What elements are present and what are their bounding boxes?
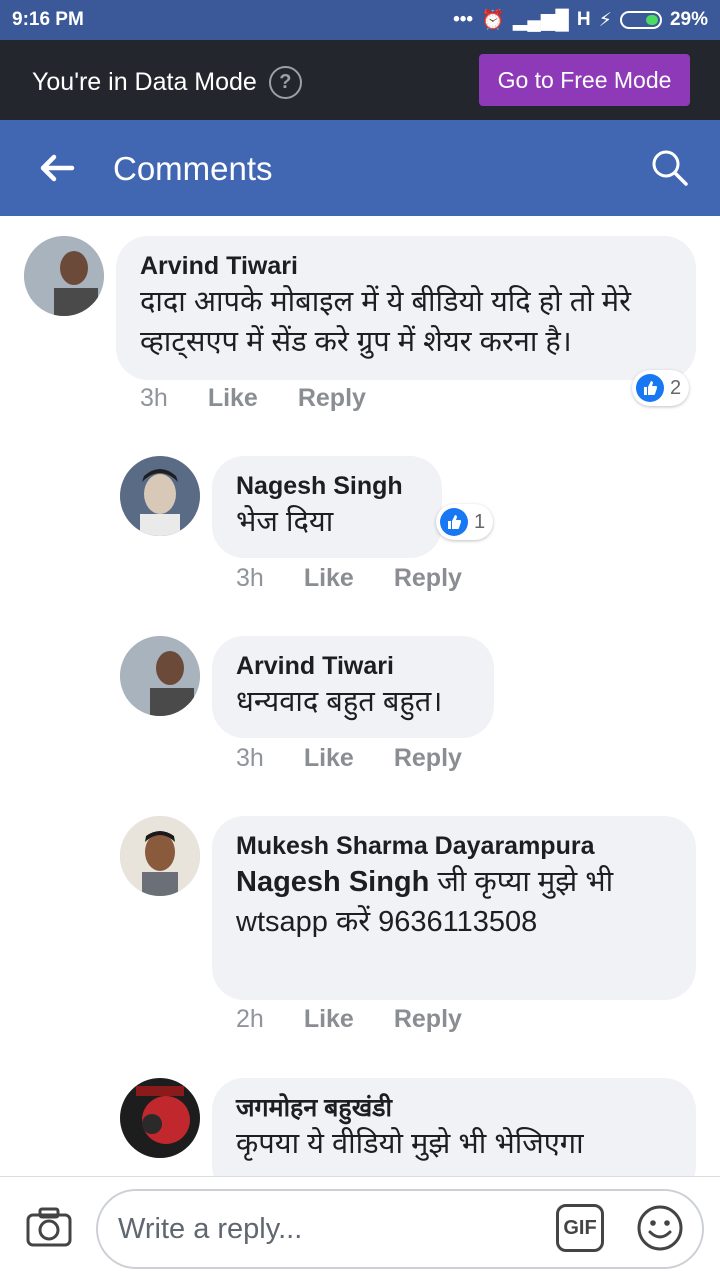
battery-icon — [619, 11, 662, 29]
thumbs-up-icon — [636, 374, 664, 402]
comment-bubble[interactable]: Arvind Tiwari दादा आपके मोबाइल में ये बी… — [116, 236, 696, 380]
reaction-count[interactable]: 2 — [632, 370, 690, 406]
reaction-number: 1 — [474, 510, 486, 533]
more-dots-icon: ••• — [453, 9, 474, 30]
gif-icon[interactable]: GIF — [556, 1204, 604, 1252]
comment-text: Nagesh Singh जी कृप्या मुझे भी wtsapp कर… — [236, 862, 674, 942]
status-bar: 9:16 PM ••• ⏰ ▂▄▆█ H ⚡ 29% — [0, 0, 720, 40]
reply-composer: Write a reply... — [0, 1176, 720, 1280]
reply-button[interactable]: Reply — [394, 1005, 462, 1034]
comment-text: धन्यवाद बहुत बहुत। — [236, 686, 443, 718]
reaction-number: 2 — [670, 376, 682, 399]
comment-text: दादा आपके मोबाइल में ये बीडियो यदि हो तो… — [140, 286, 632, 358]
comment-text: भेज दिया — [236, 506, 334, 538]
comment-bubble[interactable]: Nagesh Singh भेज दिया — [212, 456, 442, 558]
page-title: Comments — [113, 150, 273, 187]
camera-icon[interactable] — [26, 1207, 72, 1247]
comment-actions: 3h Like Reply — [140, 384, 366, 413]
search-icon[interactable] — [650, 148, 690, 188]
data-mode-banner: You're in Data Mode ? Go to Free Mode — [0, 40, 720, 120]
charging-icon: ⚡ — [598, 9, 612, 31]
avatar[interactable] — [120, 816, 200, 896]
avatar[interactable] — [120, 1078, 200, 1158]
comments-list[interactable]: Arvind Tiwari दादा आपके मोबाइल में ये बी… — [0, 216, 720, 1176]
avatar[interactable] — [120, 456, 200, 536]
avatar[interactable] — [24, 236, 104, 316]
comment-author[interactable]: Nagesh Singh — [236, 470, 420, 502]
comment-author[interactable]: Arvind Tiwari — [236, 650, 472, 682]
comment-author[interactable]: Arvind Tiwari — [140, 250, 674, 282]
comment-time: 3h — [236, 744, 264, 772]
like-button[interactable]: Like — [208, 384, 258, 413]
comment-text: कृपया ये वीडियो मुझे भी भेजिएगा — [236, 1128, 584, 1160]
reply-button[interactable]: Reply — [298, 384, 366, 413]
go-to-free-mode-button[interactable]: Go to Free Mode — [479, 54, 690, 106]
data-mode-text: You're in Data Mode — [32, 68, 257, 96]
comment-actions: 3h Like Reply — [236, 564, 462, 593]
comment-bubble[interactable]: Mukesh Sharma Dayarampura Nagesh Singh ज… — [212, 816, 696, 1000]
app-header: Comments — [0, 120, 720, 216]
like-button[interactable]: Like — [304, 1005, 354, 1034]
reply-button[interactable]: Reply — [394, 564, 462, 593]
mention-link[interactable]: Nagesh Singh — [236, 866, 429, 898]
reply-button[interactable]: Reply — [394, 744, 462, 773]
comment-time: 2h — [236, 1005, 264, 1033]
emoji-icon[interactable] — [636, 1204, 684, 1252]
comment-author[interactable]: Mukesh Sharma Dayarampura — [236, 830, 674, 862]
comment-bubble[interactable]: Arvind Tiwari धन्यवाद बहुत बहुत। — [212, 636, 494, 738]
network-type: H — [576, 9, 591, 30]
comment-actions: 2h Like Reply — [236, 1005, 462, 1034]
signal-icon: ▂▄▆█ — [512, 9, 569, 31]
comment-actions: 3h Like Reply — [236, 744, 462, 773]
like-button[interactable]: Like — [304, 744, 354, 773]
comment-author[interactable]: जगमोहन बहुखंडी — [236, 1092, 674, 1124]
reply-input[interactable]: Write a reply... — [96, 1189, 704, 1269]
status-time: 9:16 PM — [12, 9, 84, 30]
reaction-count[interactable]: 1 — [436, 504, 494, 540]
alarm-icon: ⏰ — [481, 10, 505, 31]
comment-time: 3h — [140, 384, 168, 412]
help-icon[interactable]: ? — [268, 66, 302, 99]
avatar[interactable] — [120, 636, 200, 716]
thumbs-up-icon — [440, 508, 468, 536]
battery-percent: 29% — [669, 9, 708, 30]
comment-time: 3h — [236, 564, 264, 592]
like-button[interactable]: Like — [304, 564, 354, 593]
comment-bubble[interactable]: जगमोहन बहुखंडी कृपया ये वीडियो मुझे भी भ… — [212, 1078, 696, 1176]
status-icons: ••• ⏰ ▂▄▆█ H ⚡ 29% — [453, 8, 708, 32]
back-arrow-icon[interactable] — [36, 148, 76, 188]
